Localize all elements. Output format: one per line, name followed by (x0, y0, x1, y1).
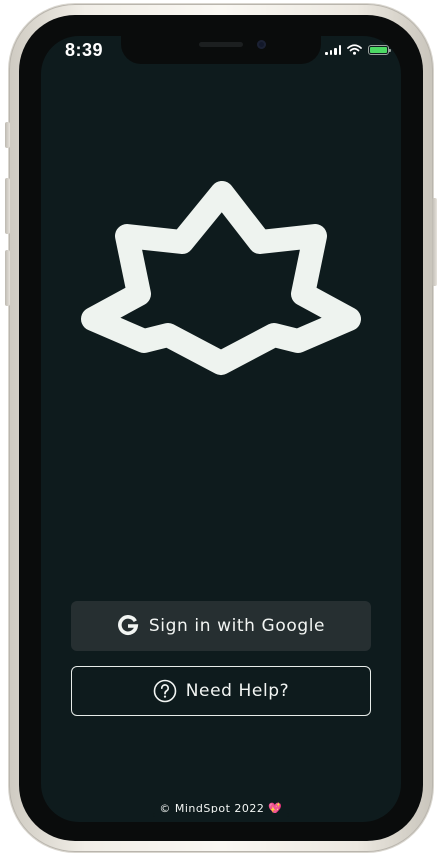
battery-icon (368, 45, 391, 55)
volume-up-button (5, 178, 10, 234)
google-button-label: Sign in with Google (148, 616, 326, 636)
earpiece-speaker (199, 42, 243, 47)
home-indicator (153, 813, 289, 817)
help-button-label: Need Help? (185, 681, 290, 701)
need-help-button[interactable]: Need Help? (71, 666, 371, 716)
mute-switch (5, 122, 10, 148)
battery-fill (370, 47, 387, 53)
power-button (432, 198, 437, 286)
status-icons (325, 44, 391, 55)
volume-down-button (5, 250, 10, 306)
cellular-signal-icon (325, 45, 341, 55)
front-camera (257, 40, 266, 49)
app-screen: 8:39 Sign in with Google Need Help? © Mi… (41, 36, 401, 822)
notch (121, 36, 321, 64)
status-time: 8:39 (65, 40, 104, 60)
google-g-icon (117, 615, 139, 636)
sign-in-with-google-button[interactable]: Sign in with Google (71, 601, 371, 651)
wifi-icon (347, 44, 362, 55)
lotus-star-outline-icon (81, 181, 361, 375)
question-circle-icon (153, 679, 176, 703)
